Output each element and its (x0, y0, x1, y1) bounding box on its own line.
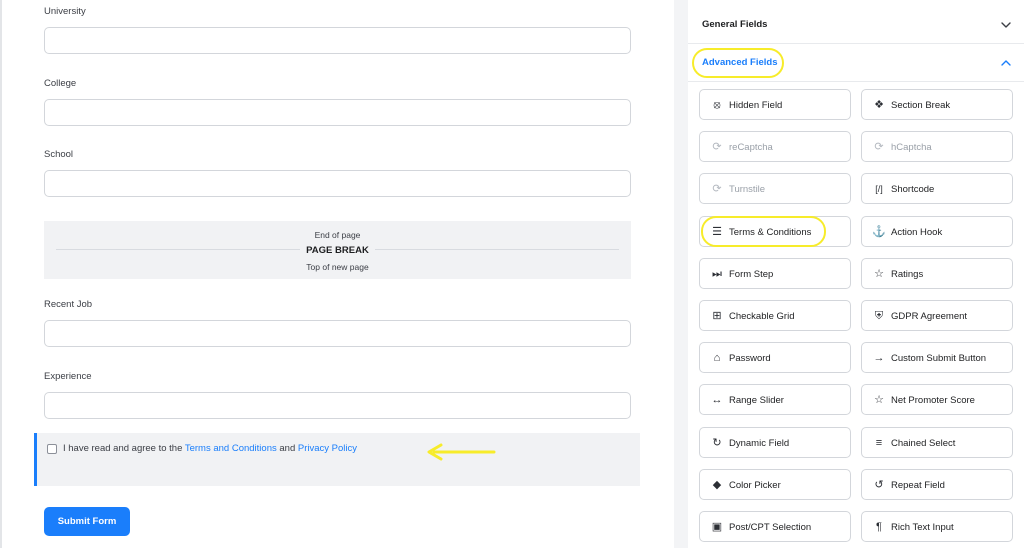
lock-icon: ⌂ (713, 351, 721, 364)
shortcode-field-label: Shortcode (891, 184, 935, 195)
experience-label: Experience (44, 371, 92, 382)
hidden-field-field-label: Hidden Field (729, 100, 783, 111)
terms-conditions-block[interactable]: I have read and agree to the Terms and C… (34, 433, 640, 486)
password-field-label: Password (729, 353, 771, 364)
checkable-grid-field-label: Checkable Grid (729, 311, 795, 322)
captcha-icon: ⟳ (712, 182, 722, 195)
range-slider-field-label: Range Slider (729, 395, 784, 406)
university-label: University (44, 6, 86, 17)
dynamic-field-field-label: Dynamic Field (729, 438, 790, 449)
custom-submit-button-field-label: Custom Submit Button (891, 353, 987, 364)
range-slider-field-button[interactable]: ↔ Range Slider (699, 384, 851, 415)
general-fields-title: General Fields (702, 19, 768, 30)
college-input[interactable] (44, 99, 631, 126)
recent-job-label: Recent Job (44, 299, 93, 310)
repeat-field-field-label: Repeat Field (891, 480, 945, 491)
arrow-right-icon: → (873, 351, 885, 364)
form-canvas: University College School End of page PA… (0, 0, 674, 548)
advanced-fields-header[interactable]: Advanced Fields (688, 44, 1024, 82)
captcha-icon: ⟳ (712, 140, 722, 153)
form-step-field-label: Form Step (729, 269, 774, 280)
custom-submit-button-field-button[interactable]: → Custom Submit Button (861, 342, 1013, 373)
submit-form-button[interactable]: Submit Form (44, 507, 130, 536)
hidden-field-field-button[interactable]: ⦻ Hidden Field (699, 89, 851, 120)
general-fields-header[interactable]: General Fields (688, 6, 1024, 44)
turnstile-field-button[interactable]: ⟳ Turnstile (699, 173, 851, 204)
page-break-block[interactable]: End of page PAGE BREAK Top of new page (44, 221, 631, 279)
terms-checkbox[interactable] (47, 444, 57, 454)
terms-conditions-field-button[interactable]: ☰ Terms & Conditions (699, 216, 851, 247)
fast-forward-icon: ⏭ (712, 267, 722, 280)
annotation-arrow-icon (427, 443, 496, 461)
terms-prefix-text: I have read and agree to the (63, 443, 183, 454)
ratings-field-label: Ratings (891, 269, 924, 280)
color-picker-field-label: Color Picker (729, 480, 781, 491)
star-icon: ☆ (874, 267, 884, 280)
repeat-icon: ↺ (874, 478, 884, 491)
paragraph-icon: ¶ (876, 520, 882, 533)
hook-icon: ⚓ (872, 225, 886, 238)
page-break-start-text: Top of new page (306, 262, 369, 272)
hcaptcha-field-label: hCaptcha (891, 142, 932, 153)
range-icon: ↔ (711, 393, 723, 406)
shield-icon: ⛨ (874, 309, 884, 322)
terms-link[interactable]: Terms and Conditions (185, 443, 277, 454)
post-cpt-selection-field-label: Post/CPT Selection (729, 522, 812, 533)
terms-conditions-highlight (701, 216, 826, 247)
ratings-field-button[interactable]: ☆ Ratings (861, 258, 1013, 289)
gdpr-agreement-field-button[interactable]: ⛨ GDPR Agreement (861, 300, 1013, 331)
drop-icon: ◆ (712, 478, 722, 491)
chained-select-field-label: Chained Select (891, 438, 956, 449)
grid-icon: ⊞ (712, 309, 722, 322)
chevron-up-icon (1001, 60, 1011, 66)
recaptcha-field-label: reCaptcha (729, 142, 773, 153)
eye-slash-icon: ⦻ (713, 98, 721, 111)
password-field-button[interactable]: ⌂ Password (699, 342, 851, 373)
shortcode-field-button[interactable]: [/] Shortcode (861, 173, 1013, 204)
form-step-field-button[interactable]: ⏭ Form Step (699, 258, 851, 289)
captcha-icon: ⟳ (874, 140, 884, 153)
hcaptcha-field-button[interactable]: ⟳ hCaptcha (861, 131, 1013, 162)
advanced-fields-title: Advanced Fields (702, 57, 778, 68)
dynamic-field-field-button[interactable]: ↻ Dynamic Field (699, 427, 851, 458)
refresh-icon: ↻ (712, 436, 722, 449)
section-break-field-label: Section Break (891, 100, 951, 111)
chained-select-field-button[interactable]: ≡ Chained Select (861, 427, 1013, 458)
fields-sidebar: General Fields Advanced Fields ⦻ Hidden F… (688, 0, 1024, 548)
chain-icon: ≡ (875, 436, 883, 449)
recaptcha-field-button[interactable]: ⟳ reCaptcha (699, 131, 851, 162)
repeat-field-field-button[interactable]: ↺ Repeat Field (861, 469, 1013, 500)
shortcode-icon: [/] (875, 183, 883, 194)
section-break-field-button[interactable]: ❖ Section Break (861, 89, 1013, 120)
post-icon: ▣ (711, 520, 723, 533)
net-promoter-score-field-button[interactable]: ☆ Net Promoter Score (861, 384, 1013, 415)
color-picker-field-button[interactable]: ◆ Color Picker (699, 469, 851, 500)
school-input[interactable] (44, 170, 631, 197)
experience-input[interactable] (44, 392, 631, 419)
net-promoter-score-field-label: Net Promoter Score (891, 395, 975, 406)
college-label: College (44, 78, 77, 89)
checkable-grid-field-button[interactable]: ⊞ Checkable Grid (699, 300, 851, 331)
action-hook-field-button[interactable]: ⚓ Action Hook (861, 216, 1013, 247)
post-cpt-selection-field-button[interactable]: ▣ Post/CPT Selection (699, 511, 851, 542)
star-icon: ☆ (874, 393, 884, 406)
page-break-end-text: End of page (314, 230, 361, 240)
school-label: School (44, 149, 74, 160)
university-input[interactable] (44, 27, 631, 54)
recent-job-input[interactable] (44, 320, 631, 347)
privacy-policy-link[interactable]: Privacy Policy (298, 443, 357, 454)
action-hook-field-label: Action Hook (891, 227, 943, 238)
terms-connector-text: and (279, 443, 296, 454)
turnstile-field-label: Turnstile (729, 184, 766, 195)
chevron-down-icon (1001, 22, 1011, 28)
gdpr-agreement-field-label: GDPR Agreement (891, 311, 968, 322)
puzzle-icon: ❖ (874, 98, 884, 111)
canvas-edge (0, 0, 2, 548)
page-break-title: PAGE BREAK (300, 245, 375, 256)
rich-text-input-field-button[interactable]: ¶ Rich Text Input (861, 511, 1013, 542)
rich-text-input-field-label: Rich Text Input (891, 522, 954, 533)
